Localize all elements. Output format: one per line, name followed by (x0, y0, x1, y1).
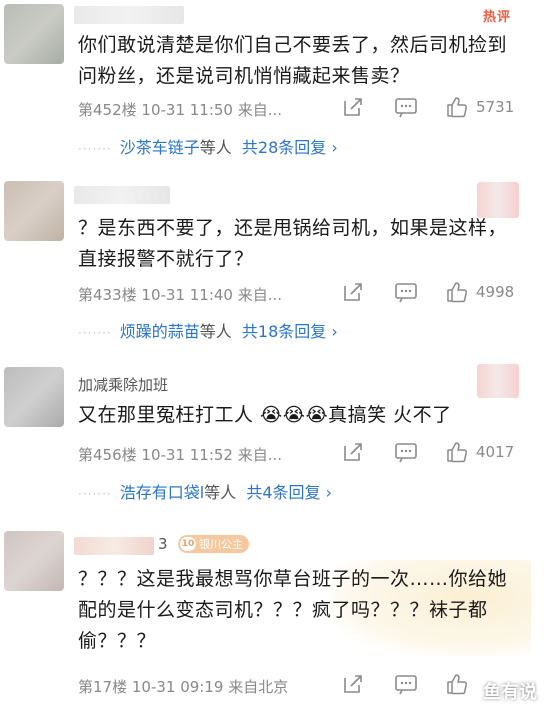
comment-meta: 第433楼 10-31 11:40 来自... (78, 286, 283, 304)
view-replies-link[interactable]: ······· 沙茶车链子等人 共28条回复 › (78, 134, 338, 158)
fan-level-badge: 10 银川公主 (178, 535, 249, 553)
decorative-blur (477, 364, 519, 398)
like-button[interactable] (446, 673, 468, 695)
username-blurred (74, 186, 170, 204)
hot-comment-badge: 热评 (482, 10, 511, 25)
thumbs-up-icon (447, 674, 467, 695)
like-button[interactable]: 4998 (446, 281, 514, 303)
avatar[interactable] (4, 181, 64, 241)
like-count: 4998 (476, 283, 515, 301)
comment-4: 3 10 银川公主 ？？？这是我最想骂你草台班子的一次……你给她配的是什么变态司机… (0, 526, 545, 710)
view-replies-link[interactable]: ······· 浩存有口袋l等人 共4条回复 › (78, 479, 332, 503)
username-blurred (74, 537, 154, 555)
comment-actions: 4017 (340, 441, 540, 465)
reply-icon[interactable] (394, 281, 418, 303)
share-icon[interactable] (342, 281, 364, 303)
avatar[interactable] (4, 531, 64, 591)
comment-2: ？是东西不要了，还是甩锅给司机，如果是这样，直接报警不就行了？ 第433楼 10… (0, 176, 545, 346)
comment-1: 热评 你们敢说清楚是你们自己不要丢了，然后司机捡到问粉丝，还是说司机悄悄藏起来售… (0, 0, 545, 170)
view-replies-link[interactable]: ······· 烦躁的蒜苗等人 共18条回复 › (78, 318, 338, 342)
reply-icon[interactable] (394, 96, 418, 118)
avatar[interactable] (4, 367, 64, 427)
watermark-text: 鱼有说 (483, 682, 537, 703)
share-icon[interactable] (342, 441, 364, 463)
like-count: 4017 (476, 443, 515, 461)
comment-text: 你们敢说清楚是你们自己不要丢了，然后司机捡到问粉丝，还是说司机悄悄藏起来售卖？ (78, 34, 508, 87)
comment-meta: 第452楼 10-31 11:50 来自... (78, 101, 283, 119)
comment-text: ？？？这是我最想骂你草台班子的一次……你给她配的是什么变态司机？？？疯了吗？？？… (78, 568, 508, 652)
reply-icon[interactable] (394, 673, 418, 695)
thumbs-up-icon (447, 282, 467, 303)
comment-3: 加减乘除加班 又在那里冤枉打工人 😭😭😭真搞笑 火不了 第456楼 10-31 … (0, 362, 545, 512)
comment-meta: 第17楼 10-31 09:19 来自北京 (78, 678, 289, 696)
comment-actions: 5731 (340, 96, 540, 120)
thumbs-up-icon (447, 97, 467, 118)
comment-meta: 第456楼 10-31 11:52 来自... (78, 446, 283, 464)
username-blurred (74, 6, 184, 24)
username[interactable]: 加减乘除加班 (78, 374, 168, 395)
like-count: 5731 (476, 98, 515, 116)
share-icon[interactable] (342, 673, 364, 695)
comment-text: 又在那里冤枉打工人 😭😭😭真搞笑 火不了 (78, 404, 452, 426)
reply-icon[interactable] (394, 441, 418, 463)
comment-text: ？是东西不要了，还是甩锅给司机，如果是这样，直接报警不就行了？ (78, 217, 508, 270)
thumbs-up-icon (447, 442, 467, 463)
comment-actions: 4998 (340, 281, 540, 305)
like-button[interactable]: 4017 (446, 441, 514, 463)
like-button[interactable]: 5731 (446, 96, 514, 118)
username[interactable]: 3 (158, 535, 168, 553)
share-icon[interactable] (342, 96, 364, 118)
avatar[interactable] (4, 4, 64, 64)
